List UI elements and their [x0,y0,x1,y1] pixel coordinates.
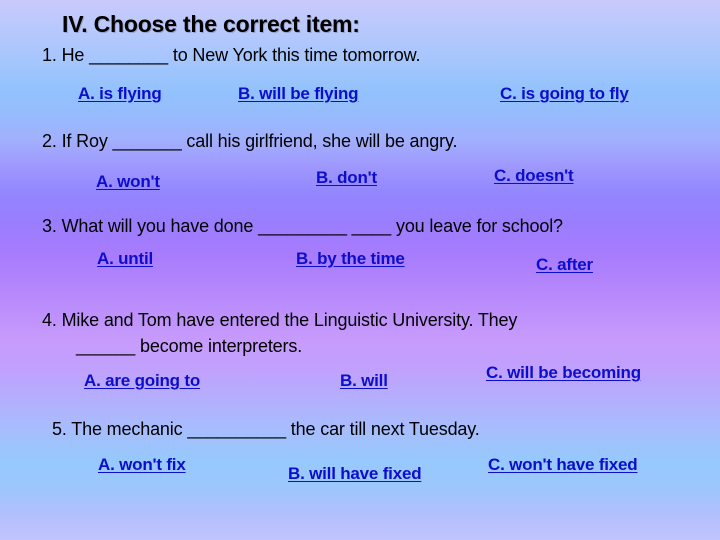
question-4-stem: 4. Mike and Tom have entered the Linguis… [42,307,680,359]
option-2-a[interactable]: A. won't [96,172,160,192]
option-3-b[interactable]: B. by the time [296,249,405,269]
option-3-a[interactable]: A. until [97,249,153,269]
option-1-a[interactable]: A. is flying [78,84,162,104]
question-4-stem-line2: ______ become interpreters. [76,336,303,356]
question-2-stem: 2. If Roy _______ call his girlfriend, s… [42,131,458,151]
question-4-stem-line1: 4. Mike and Tom have entered the Linguis… [42,310,518,330]
slide-content-layer: IV. Choose the correct item: 1. He _____… [0,0,720,540]
option-4-b[interactable]: B. will [340,371,388,391]
option-4-a[interactable]: A. are going to [84,371,200,391]
question-5-options: A. won't fix B. will have fixed C. won't… [0,455,720,483]
question-5-stem: 5. The mechanic __________ the car till … [52,419,480,439]
question-1-options: A. is flying B. will be flying C. is goi… [0,84,720,108]
question-4-options: A. are going to B. will C. will be becom… [0,363,720,395]
option-2-c[interactable]: C. doesn't [494,166,574,186]
option-2-b[interactable]: B. don't [316,168,377,188]
option-4-c[interactable]: C. will be becoming [486,363,641,383]
page-title: IV. Choose the correct item: [62,11,360,37]
option-1-b[interactable]: B. will be flying [238,84,359,104]
option-5-c[interactable]: C. won't have fixed [488,455,638,475]
option-1-c[interactable]: C. is going to fly [500,84,629,104]
question-1-stem: 1. He ________ to New York this time tom… [42,45,421,65]
question-2-options: A. won't B. don't C. doesn't [0,166,720,196]
question-3-options: A. until B. by the time C. after [0,249,720,275]
slide-canvas: IV. Choose the correct item: 1. He _____… [0,0,720,540]
option-5-a[interactable]: A. won't fix [98,455,186,475]
option-5-b[interactable]: B. will have fixed [288,464,422,484]
option-3-c[interactable]: C. after [536,255,593,275]
question-3-stem: 3. What will you have done _________ ___… [42,216,563,236]
